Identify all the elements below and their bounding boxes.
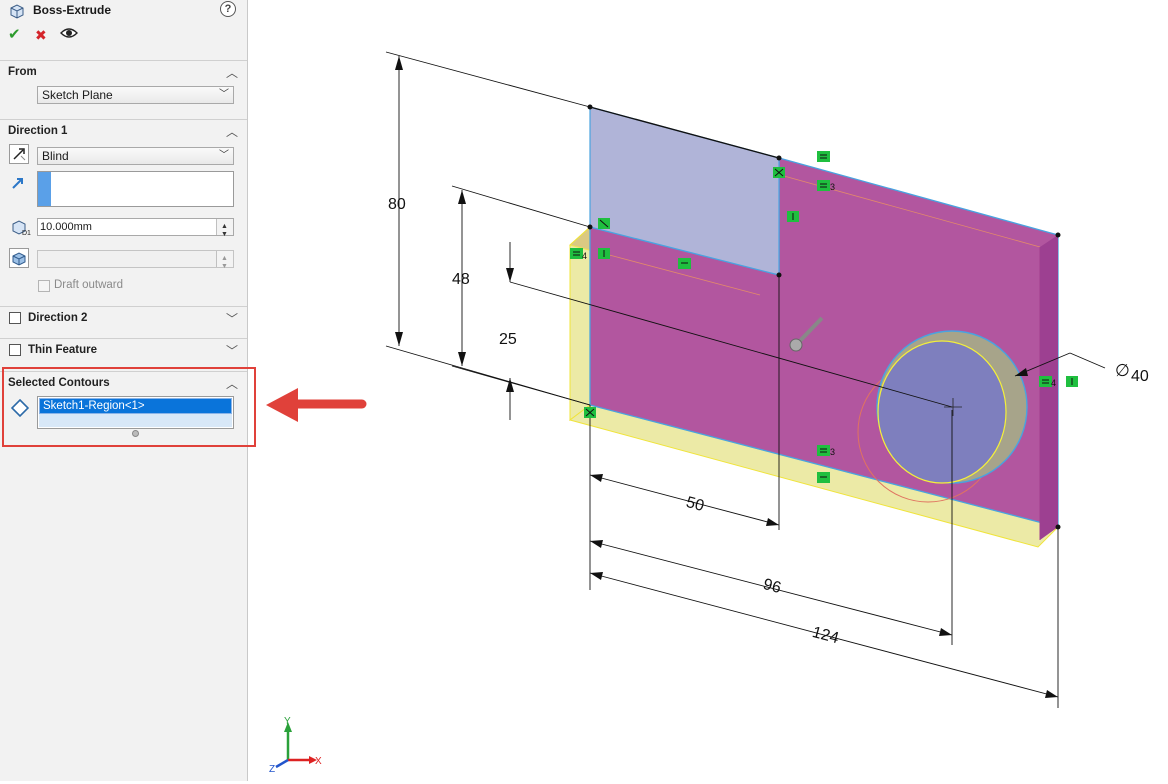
draft-outward-label: Draft outward xyxy=(54,279,124,291)
help-icon[interactable]: ? xyxy=(220,1,236,17)
vertical-relation-icon xyxy=(787,211,799,222)
draft-outward-checkbox xyxy=(38,280,50,292)
relation-mark-3b: 3 xyxy=(830,447,835,457)
chevron-down-icon[interactable]: ﹀ xyxy=(226,342,238,359)
coincident-relation-icon xyxy=(773,167,785,178)
spin-down-icon: ▼ xyxy=(221,263,228,270)
relation-mark-4: 4 xyxy=(582,251,587,261)
end-condition-select[interactable]: Blind ﹀ xyxy=(37,147,234,165)
direction1-label: Direction 1 xyxy=(8,125,68,137)
graphics-viewport[interactable]: 80 48 25 50 96 124 ∅ 40 3 4 4 3 Y X Z xyxy=(248,0,1168,781)
depth-spinner[interactable]: ▲ ▼ xyxy=(216,219,233,238)
from-select[interactable]: Sketch Plane ﹀ xyxy=(37,86,234,104)
draft-icon xyxy=(12,252,26,266)
thin-feature-label: Thin Feature xyxy=(28,344,98,356)
coincident-relation-icon xyxy=(598,218,610,229)
dim-48[interactable]: 48 xyxy=(452,271,470,288)
feature-title: Boss-Extrude xyxy=(33,3,112,17)
horizontal-relation-icon xyxy=(678,258,691,269)
vertical-relation-icon xyxy=(1066,376,1078,387)
action-bar: ✔ ✖ xyxy=(0,26,247,46)
boss-extrude-icon xyxy=(8,2,26,23)
direction2-section-header[interactable]: Direction 2 ﹀ xyxy=(0,306,247,329)
horizontal-relation-icon xyxy=(817,180,830,191)
feature-title-bar: Boss-Extrude ? xyxy=(0,0,247,22)
draft-toggle-button[interactable] xyxy=(9,248,29,268)
vertical-relation-icon xyxy=(598,248,610,259)
relation-mark-3: 3 xyxy=(830,182,835,192)
horizontal-relation-icon xyxy=(817,151,830,162)
chevron-down-icon[interactable]: ﹀ xyxy=(226,310,238,327)
dim-80[interactable]: 80 xyxy=(388,196,406,213)
dim-50[interactable]: 50 xyxy=(684,494,706,515)
depth-icon: D1 xyxy=(10,218,32,239)
from-label: From xyxy=(8,66,37,78)
relation-mark-4b: 4 xyxy=(1051,378,1056,388)
axis-z-label: Z xyxy=(269,764,275,775)
thin-feature-checkbox[interactable] xyxy=(9,344,21,356)
cancel-button[interactable]: ✖ xyxy=(35,26,47,44)
reverse-direction-button[interactable] xyxy=(9,144,29,164)
direction-arrow-icon xyxy=(11,176,25,193)
axis-x-label: X xyxy=(315,756,322,767)
depth-input[interactable]: 10.000mm ▲ ▼ xyxy=(37,218,234,238)
chevron-up-icon[interactable]: ︿ xyxy=(226,64,238,81)
dim-diameter-40[interactable]: 40 xyxy=(1131,368,1149,385)
horizontal-relation-icon xyxy=(817,472,830,483)
dim-124[interactable]: 124 xyxy=(810,624,840,647)
preview-eye-icon[interactable] xyxy=(60,26,78,45)
model-canvas[interactable]: 80 48 25 50 96 124 ∅ 40 3 4 4 3 Y X Z xyxy=(248,0,1168,781)
dim-25[interactable]: 25 xyxy=(499,331,517,348)
chevron-down-icon: ﹀ xyxy=(219,89,229,100)
chevron-up-icon[interactable]: ︿ xyxy=(226,123,238,140)
dim-96[interactable]: 96 xyxy=(761,576,783,597)
coincident-relation-icon xyxy=(584,407,596,418)
end-condition-value: Blind xyxy=(42,149,69,163)
axis-y-label: Y xyxy=(284,716,291,727)
thin-feature-section-header[interactable]: Thin Feature ﹀ xyxy=(0,338,247,361)
chevron-down-icon: ﹀ xyxy=(219,150,229,161)
depth-value: 10.000mm xyxy=(40,221,92,233)
direction-selection-box[interactable] xyxy=(37,171,234,207)
direction1-section-header[interactable]: Direction 1 ︿ xyxy=(0,119,247,142)
axis-triad: Y X Z xyxy=(269,716,322,775)
from-section-header[interactable]: From ︿ xyxy=(0,60,247,83)
svg-text:D1: D1 xyxy=(22,230,31,236)
highlight-box xyxy=(2,367,256,447)
from-select-value: Sketch Plane xyxy=(42,88,113,102)
direction2-checkbox[interactable] xyxy=(9,312,21,324)
ok-button[interactable]: ✔ xyxy=(8,26,21,44)
direction2-label: Direction 2 xyxy=(28,312,88,324)
diameter-symbol: ∅ xyxy=(1115,361,1130,380)
draft-angle-input: ▲ ▼ xyxy=(37,250,234,270)
selection-color-swatch xyxy=(38,172,51,206)
reverse-direction-icon xyxy=(13,148,26,161)
spin-down-icon[interactable]: ▼ xyxy=(221,227,228,243)
horizontal-relation-icon xyxy=(817,445,830,456)
callout-arrow-icon xyxy=(266,388,367,422)
draft-spinner: ▲ ▼ xyxy=(216,251,233,270)
